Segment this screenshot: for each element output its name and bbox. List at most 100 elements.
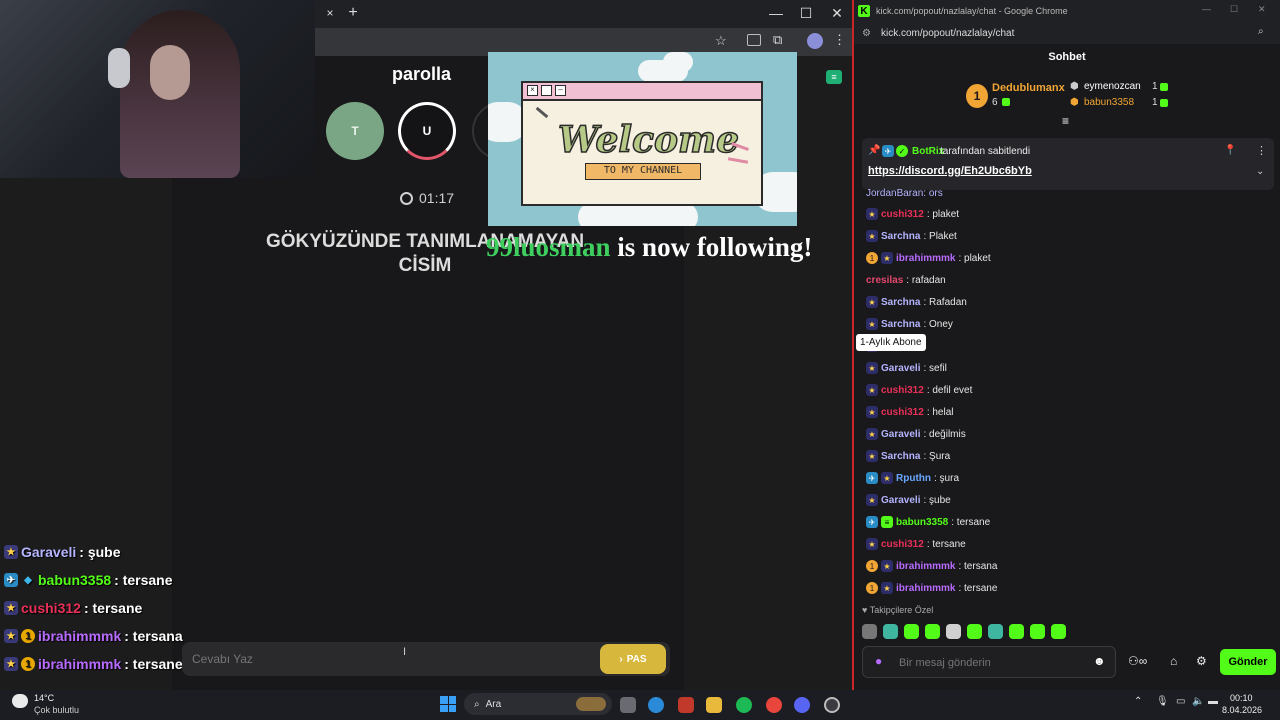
chat-message: 1 ★ ibrahimmmk: plaket — [866, 247, 991, 269]
chat-username[interactable]: Garaveli — [881, 363, 920, 374]
kick-emote-icon[interactable] — [1009, 624, 1024, 639]
rank-one-badge-icon: 1 — [866, 560, 878, 572]
clock-time[interactable]: 00:10 — [1230, 693, 1253, 703]
side-panel-icon[interactable]: ≡ — [826, 70, 842, 84]
chat-username[interactable]: Garaveli — [881, 429, 920, 440]
star-badge-icon: ★ — [4, 657, 18, 671]
more-options-icon[interactable]: ⋮ — [1256, 144, 1267, 157]
kick-emote-icon[interactable] — [967, 624, 982, 639]
chat-username[interactable]: cushi312 — [881, 539, 924, 550]
answer-input[interactable] — [192, 650, 572, 668]
welcome-title: Welcome — [557, 118, 740, 162]
group-icon[interactable]: ⚇∞ — [1128, 654, 1147, 668]
battery-icon[interactable]: ▬ — [1208, 696, 1218, 707]
chat-username[interactable]: Sarchna — [881, 319, 920, 330]
leaderboard: 1 Dedublumanx 6 ⬢ eymenozcan 1 ⬢ babun33… — [854, 70, 1280, 128]
extensions-icon[interactable]: ⧉ — [773, 32, 782, 48]
chat-username[interactable]: ibrahimmmk — [896, 583, 955, 594]
second-gifter-name[interactable]: eymenozcan — [1084, 81, 1141, 92]
bookmark-star-icon[interactable]: ☆ — [715, 33, 727, 49]
top-gifter-count: 6 — [992, 97, 998, 108]
tray-chevron-icon[interactable]: ⌃ — [1134, 696, 1142, 707]
third-gifter-name[interactable]: babun3358 — [1084, 97, 1134, 108]
weather-cloud-icon[interactable] — [12, 694, 28, 708]
maximize-button[interactable]: ☐ — [796, 5, 816, 22]
microphone-icon[interactable]: ● — [875, 654, 882, 668]
emote-label-text: Takipçilere Özel — [869, 605, 934, 615]
maximize-button[interactable]: ☐ — [1230, 4, 1238, 15]
minimize-button[interactable]: — — [1202, 4, 1211, 14]
profile-avatar[interactable] — [807, 33, 823, 49]
address-bar[interactable]: ⚙ kick.com/popout/nazlalay/chat ⌕ — [854, 22, 1280, 44]
third-gifter-count: 1 — [1152, 97, 1158, 108]
search-icon: ⌕ — [474, 698, 480, 710]
app-icon[interactable] — [678, 697, 694, 713]
menu-icon[interactable]: ⋮ — [833, 32, 846, 48]
face-emote-icon[interactable] — [946, 624, 961, 639]
chat-message: ★ Sarchna: Plaket — [866, 225, 957, 247]
subscriber-star-badge-icon: ★ — [866, 318, 878, 330]
kick-emote-icon[interactable] — [904, 624, 919, 639]
chat-username[interactable]: cresilas — [866, 275, 903, 286]
settings-gear-icon[interactable]: ⚙ — [1196, 654, 1207, 668]
app-icon[interactable] — [824, 697, 840, 713]
volume-icon[interactable]: 🔈 — [1192, 696, 1204, 707]
chat-username[interactable]: Sarchna — [881, 297, 920, 308]
top-gifter-name[interactable]: Dedublumanx — [992, 82, 1065, 94]
chat-username[interactable]: babun3358 — [896, 517, 948, 528]
emoji-icon[interactable]: ☻ — [1093, 654, 1106, 668]
chat-username[interactable]: cushi312 — [881, 209, 924, 220]
chat-username[interactable]: cushi312 — [881, 407, 924, 418]
network-icon[interactable]: ▭ — [1176, 696, 1185, 707]
chat-text: : şube — [923, 494, 951, 506]
subscriber-star-badge-icon: ★ — [881, 560, 893, 572]
minimize-button[interactable]: — — [766, 5, 786, 21]
subscriber-star-badge-icon: ★ — [881, 472, 893, 484]
start-icon[interactable] — [440, 696, 456, 712]
collapse-icon[interactable]: ≡ — [1062, 114, 1069, 128]
new-tab-button[interactable]: + — [343, 4, 363, 22]
chevron-down-icon[interactable]: ⌄ — [1256, 166, 1264, 177]
chat-username[interactable]: ibrahimmmk — [896, 253, 955, 264]
chat-username[interactable]: Sarchna — [881, 451, 920, 462]
chat-username[interactable]: Rputhn — [896, 473, 931, 484]
rank-two-icon: ⬢ — [1070, 81, 1079, 92]
cat-emote-icon[interactable] — [862, 624, 877, 639]
task-view-icon[interactable] — [620, 697, 636, 713]
chat-username[interactable]: ibrahimmmk — [896, 561, 955, 572]
weather-temp[interactable]: 14°C — [34, 693, 54, 703]
send-button[interactable]: Gönder — [1220, 649, 1276, 675]
message-input[interactable] — [899, 655, 1079, 671]
heart-icon: ♥ — [862, 605, 868, 615]
kick-emote-icon[interactable] — [1051, 624, 1066, 639]
overlay-message: : şube — [79, 544, 121, 560]
player-avatar-t: T — [326, 102, 384, 160]
site-settings-icon[interactable]: ⚙ — [862, 28, 871, 39]
alien-emote-icon[interactable] — [988, 624, 1003, 639]
translate-icon[interactable] — [747, 34, 761, 46]
clock-date[interactable]: 8.04.2026 — [1222, 705, 1262, 715]
robot-emote-icon[interactable] — [883, 624, 898, 639]
microphone-icon[interactable]: 🎙 — [1156, 696, 1169, 707]
taskbar-search[interactable]: ⌕ Ara — [464, 693, 612, 715]
subscriber-star-badge-icon: ★ — [866, 296, 878, 308]
search-icon[interactable]: ⌕ — [1258, 26, 1264, 37]
chat-username[interactable]: Sarchna — [881, 231, 920, 242]
kick-emote-icon[interactable] — [1030, 624, 1045, 639]
discord-icon[interactable] — [794, 697, 810, 713]
star-badge-icon: ★ — [4, 601, 18, 615]
tab-close-button[interactable]: × — [320, 6, 340, 20]
close-button[interactable]: ✕ — [827, 5, 847, 22]
chat-username[interactable]: cushi312 — [881, 385, 924, 396]
unpin-icon[interactable]: 📍 — [1224, 145, 1236, 156]
pass-button[interactable]: › PAS — [600, 644, 666, 674]
chat-username[interactable]: Garaveli — [881, 495, 920, 506]
chrome-icon[interactable] — [766, 697, 782, 713]
spotify-icon[interactable] — [736, 697, 752, 713]
pinned-link[interactable]: https://discord.gg/Eh2Ubc6bYb — [868, 165, 1032, 177]
close-button[interactable]: ✕ — [1258, 4, 1266, 15]
file-explorer-icon[interactable] — [706, 697, 722, 713]
store-icon[interactable]: ⌂ — [1170, 654, 1177, 668]
edge-icon[interactable] — [648, 697, 664, 713]
kick-emote-icon[interactable] — [925, 624, 940, 639]
